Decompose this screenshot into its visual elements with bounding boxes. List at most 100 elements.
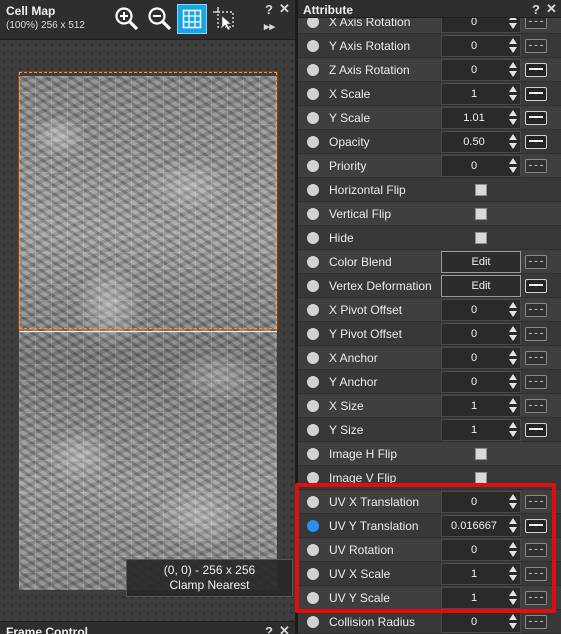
attribute-value-field[interactable]: 0 xyxy=(441,299,521,321)
attribute-row-y-anchor[interactable]: Y Anchor 0 xyxy=(298,370,561,394)
keyframe-dot-icon[interactable] xyxy=(307,184,319,196)
curve-editor-icon[interactable] xyxy=(525,327,547,341)
attribute-value-field[interactable]: 1.01 xyxy=(441,107,521,129)
select-area-icon[interactable] xyxy=(210,4,240,34)
attribute-row-uv-x-translation[interactable]: UV X Translation 0 xyxy=(298,490,561,514)
attribute-value-field[interactable]: 0 xyxy=(441,491,521,513)
curve-editor-icon[interactable] xyxy=(525,63,547,77)
edit-button[interactable]: Edit xyxy=(441,251,521,273)
spinner-arrows-icon[interactable] xyxy=(508,422,518,438)
attribute-row-vertex-deformation[interactable]: Vertex Deformation Edit xyxy=(298,274,561,298)
attribute-row-image-v-flip[interactable]: Image V Flip xyxy=(298,466,561,490)
attribute-value-field[interactable]: 0 xyxy=(441,611,521,633)
attribute-checkbox[interactable] xyxy=(475,232,487,244)
attribute-value-field[interactable]: 0.50 xyxy=(441,131,521,153)
close-icon[interactable]: ✕ xyxy=(279,623,290,634)
spinner-arrows-icon[interactable] xyxy=(508,566,518,582)
keyframe-dot-icon[interactable] xyxy=(307,496,319,508)
curve-editor-icon[interactable] xyxy=(525,423,547,437)
attribute-checkbox[interactable] xyxy=(475,184,487,196)
attribute-row-y-scale[interactable]: Y Scale 1.01 xyxy=(298,106,561,130)
attribute-row-uv-y-translation[interactable]: UV Y Translation 0.016667 xyxy=(298,514,561,538)
spinner-arrows-icon[interactable] xyxy=(508,542,518,558)
keyframe-dot-icon[interactable] xyxy=(307,592,319,604)
spinner-arrows-icon[interactable] xyxy=(508,62,518,78)
attribute-value-field[interactable]: 1 xyxy=(441,587,521,609)
keyframe-dot-icon[interactable] xyxy=(307,352,319,364)
attribute-row-priority[interactable]: Priority 0 xyxy=(298,154,561,178)
zoom-in-icon[interactable] xyxy=(112,4,142,34)
spinner-arrows-icon[interactable] xyxy=(508,590,518,606)
attribute-row-opacity[interactable]: Opacity 0.50 xyxy=(298,130,561,154)
spinner-arrows-icon[interactable] xyxy=(508,158,518,174)
attribute-row-vertical-flip[interactable]: Vertical Flip xyxy=(298,202,561,226)
spinner-arrows-icon[interactable] xyxy=(508,110,518,126)
curve-editor-icon[interactable] xyxy=(525,111,547,125)
cell-selection-rect[interactable] xyxy=(19,72,277,329)
keyframe-dot-icon[interactable] xyxy=(307,448,319,460)
attribute-row-uv-x-scale[interactable]: UV X Scale 1 xyxy=(298,562,561,586)
keyframe-dot-icon[interactable] xyxy=(307,256,319,268)
spinner-arrows-icon[interactable] xyxy=(508,326,518,342)
keyframe-dot-icon[interactable] xyxy=(307,160,319,172)
attribute-row-hide[interactable]: Hide xyxy=(298,226,561,250)
attribute-row-collision-radius[interactable]: Collision Radius 0 xyxy=(298,610,561,634)
curve-editor-icon[interactable] xyxy=(525,279,547,293)
spinner-arrows-icon[interactable] xyxy=(508,38,518,54)
curve-editor-icon[interactable] xyxy=(525,615,547,629)
attribute-value-field[interactable]: 0 xyxy=(441,347,521,369)
keyframe-dot-icon[interactable] xyxy=(307,328,319,340)
zoom-out-icon[interactable] xyxy=(145,4,175,34)
attribute-row-z-axis-rotation[interactable]: Z Axis Rotation 0 xyxy=(298,58,561,82)
spinner-arrows-icon[interactable] xyxy=(508,398,518,414)
keyframe-dot-icon[interactable] xyxy=(307,616,319,628)
keyframe-dot-icon[interactable] xyxy=(307,40,319,52)
attribute-row-uv-y-scale[interactable]: UV Y Scale 1 xyxy=(298,586,561,610)
help-icon[interactable]: ? xyxy=(265,624,273,634)
attribute-value-field[interactable]: 0 xyxy=(441,371,521,393)
keyframe-dot-icon[interactable] xyxy=(307,112,319,124)
attribute-value-field[interactable]: 0 xyxy=(441,35,521,57)
cell-map-canvas[interactable]: (0, 0) - 256 x 256 Clamp Nearest xyxy=(0,41,295,621)
attribute-row-y-axis-rotation[interactable]: Y Axis Rotation 0 xyxy=(298,34,561,58)
grid-icon[interactable] xyxy=(177,4,207,34)
spinner-arrows-icon[interactable] xyxy=(508,302,518,318)
curve-editor-icon[interactable] xyxy=(525,159,547,173)
attribute-row-color-blend[interactable]: Color Blend Edit xyxy=(298,250,561,274)
keyframe-dot-icon[interactable] xyxy=(307,568,319,580)
curve-editor-icon[interactable] xyxy=(525,39,547,53)
spinner-arrows-icon[interactable] xyxy=(508,86,518,102)
attribute-value-field[interactable]: 1 xyxy=(441,83,521,105)
attribute-value-field[interactable]: 0 xyxy=(441,59,521,81)
keyframe-dot-icon[interactable] xyxy=(307,472,319,484)
keyframe-dot-icon[interactable] xyxy=(307,88,319,100)
attribute-row-uv-rotation[interactable]: UV Rotation 0 xyxy=(298,538,561,562)
spinner-arrows-icon[interactable] xyxy=(508,350,518,366)
spinner-arrows-icon[interactable] xyxy=(508,614,518,630)
keyframe-dot-icon[interactable] xyxy=(307,376,319,388)
close-icon[interactable]: ✕ xyxy=(279,1,290,17)
curve-editor-icon[interactable] xyxy=(525,567,547,581)
curve-editor-icon[interactable] xyxy=(525,255,547,269)
curve-editor-icon[interactable] xyxy=(525,303,547,317)
curve-editor-icon[interactable] xyxy=(525,87,547,101)
keyframe-dot-icon[interactable] xyxy=(307,136,319,148)
curve-editor-icon[interactable] xyxy=(525,135,547,149)
attribute-checkbox[interactable] xyxy=(475,472,487,484)
keyframe-dot-icon[interactable] xyxy=(307,424,319,436)
spinner-arrows-icon[interactable] xyxy=(508,494,518,510)
attribute-value-field[interactable]: 0.016667 xyxy=(441,515,521,537)
curve-editor-icon[interactable] xyxy=(525,543,547,557)
help-icon[interactable]: ? xyxy=(265,2,273,17)
attribute-value-field[interactable]: 1 xyxy=(441,563,521,585)
keyframe-dot-icon[interactable] xyxy=(307,232,319,244)
keyframe-dot-icon[interactable] xyxy=(307,208,319,220)
attribute-value-field[interactable]: 0 xyxy=(441,539,521,561)
keyframe-dot-icon[interactable] xyxy=(307,520,319,532)
curve-editor-icon[interactable] xyxy=(525,591,547,605)
attribute-checkbox[interactable] xyxy=(475,448,487,460)
spinner-arrows-icon[interactable] xyxy=(508,134,518,150)
curve-editor-icon[interactable] xyxy=(525,399,547,413)
attribute-value-field[interactable]: 1 xyxy=(441,419,521,441)
curve-editor-icon[interactable] xyxy=(525,351,547,365)
